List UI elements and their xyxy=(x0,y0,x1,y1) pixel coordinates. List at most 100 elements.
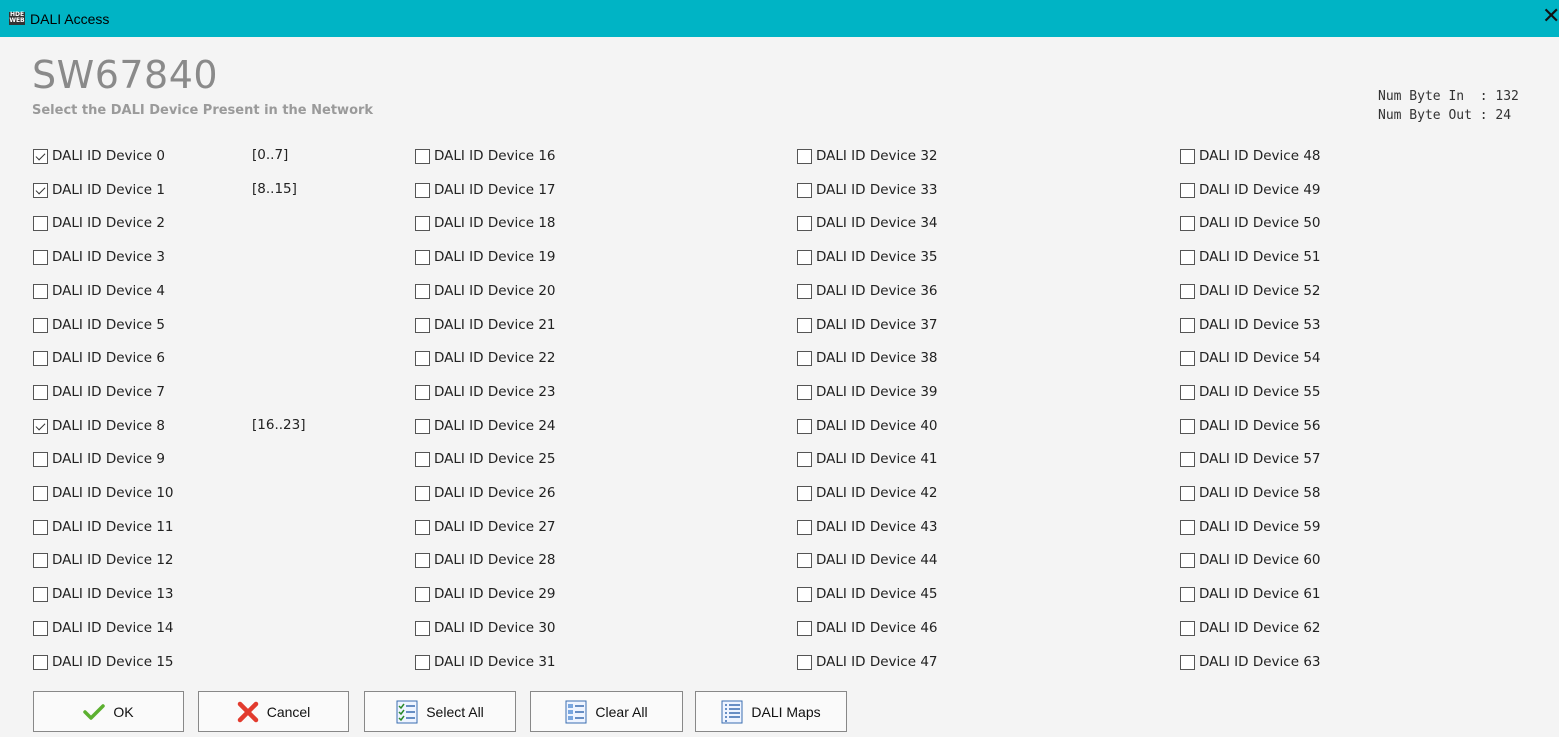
device-checkbox-20[interactable]: DALI ID Device 20 xyxy=(415,281,556,301)
checkbox-box[interactable] xyxy=(33,384,48,400)
checkbox-box[interactable] xyxy=(33,182,48,198)
device-checkbox-19[interactable]: DALI ID Device 19 xyxy=(415,247,556,267)
device-checkbox-46[interactable]: DALI ID Device 46 xyxy=(797,618,938,638)
checkbox-box[interactable] xyxy=(797,519,812,535)
device-checkbox-48[interactable]: DALI ID Device 48 xyxy=(1180,146,1321,166)
checkbox-box[interactable] xyxy=(1180,249,1195,265)
checkbox-box[interactable] xyxy=(415,384,430,400)
checkbox-box[interactable] xyxy=(33,317,48,333)
device-checkbox-17[interactable]: DALI ID Device 17 xyxy=(415,180,556,200)
device-checkbox-47[interactable]: DALI ID Device 47 xyxy=(797,652,938,672)
checkbox-box[interactable] xyxy=(797,350,812,366)
device-checkbox-0[interactable]: DALI ID Device 0 xyxy=(33,146,165,166)
checkbox-box[interactable] xyxy=(797,283,812,299)
checkbox-box[interactable] xyxy=(415,215,430,231)
device-checkbox-27[interactable]: DALI ID Device 27 xyxy=(415,517,556,537)
checkbox-box[interactable] xyxy=(415,350,430,366)
checkbox-box[interactable] xyxy=(33,148,48,164)
checkbox-box[interactable] xyxy=(415,654,430,670)
device-checkbox-58[interactable]: DALI ID Device 58 xyxy=(1180,483,1321,503)
checkbox-box[interactable] xyxy=(415,485,430,501)
device-checkbox-49[interactable]: DALI ID Device 49 xyxy=(1180,180,1321,200)
checkbox-box[interactable] xyxy=(797,654,812,670)
checkbox-box[interactable] xyxy=(415,451,430,467)
checkbox-box[interactable] xyxy=(33,350,48,366)
device-checkbox-22[interactable]: DALI ID Device 22 xyxy=(415,348,556,368)
checkbox-box[interactable] xyxy=(33,485,48,501)
device-checkbox-43[interactable]: DALI ID Device 43 xyxy=(797,517,938,537)
checkbox-box[interactable] xyxy=(415,148,430,164)
device-checkbox-39[interactable]: DALI ID Device 39 xyxy=(797,382,938,402)
device-checkbox-13[interactable]: DALI ID Device 13 xyxy=(33,584,174,604)
checkbox-box[interactable] xyxy=(33,620,48,636)
checkbox-box[interactable] xyxy=(797,552,812,568)
device-checkbox-5[interactable]: DALI ID Device 5 xyxy=(33,315,165,335)
device-checkbox-2[interactable]: DALI ID Device 2 xyxy=(33,213,165,233)
device-checkbox-23[interactable]: DALI ID Device 23 xyxy=(415,382,556,402)
device-checkbox-61[interactable]: DALI ID Device 61 xyxy=(1180,584,1321,604)
checkbox-box[interactable] xyxy=(1180,586,1195,602)
checkbox-box[interactable] xyxy=(797,418,812,434)
checkbox-box[interactable] xyxy=(797,384,812,400)
device-checkbox-42[interactable]: DALI ID Device 42 xyxy=(797,483,938,503)
device-checkbox-37[interactable]: DALI ID Device 37 xyxy=(797,315,938,335)
checkbox-box[interactable] xyxy=(415,552,430,568)
dali-maps-button[interactable]: DALI Maps xyxy=(695,691,847,732)
checkbox-box[interactable] xyxy=(33,451,48,467)
device-checkbox-6[interactable]: DALI ID Device 6 xyxy=(33,348,165,368)
device-checkbox-52[interactable]: DALI ID Device 52 xyxy=(1180,281,1321,301)
device-checkbox-14[interactable]: DALI ID Device 14 xyxy=(33,618,174,638)
device-checkbox-26[interactable]: DALI ID Device 26 xyxy=(415,483,556,503)
checkbox-box[interactable] xyxy=(797,620,812,636)
checkbox-box[interactable] xyxy=(1180,215,1195,231)
device-checkbox-38[interactable]: DALI ID Device 38 xyxy=(797,348,938,368)
checkbox-box[interactable] xyxy=(1180,317,1195,333)
checkbox-box[interactable] xyxy=(33,552,48,568)
checkbox-box[interactable] xyxy=(1180,519,1195,535)
device-checkbox-15[interactable]: DALI ID Device 15 xyxy=(33,652,174,672)
device-checkbox-55[interactable]: DALI ID Device 55 xyxy=(1180,382,1321,402)
checkbox-box[interactable] xyxy=(1180,654,1195,670)
device-checkbox-10[interactable]: DALI ID Device 10 xyxy=(33,483,174,503)
checkbox-box[interactable] xyxy=(1180,451,1195,467)
device-checkbox-44[interactable]: DALI ID Device 44 xyxy=(797,550,938,570)
checkbox-box[interactable] xyxy=(33,586,48,602)
checkbox-box[interactable] xyxy=(415,283,430,299)
checkbox-box[interactable] xyxy=(1180,148,1195,164)
device-checkbox-28[interactable]: DALI ID Device 28 xyxy=(415,550,556,570)
checkbox-box[interactable] xyxy=(33,215,48,231)
device-checkbox-8[interactable]: DALI ID Device 8 xyxy=(33,416,165,436)
device-checkbox-30[interactable]: DALI ID Device 30 xyxy=(415,618,556,638)
checkbox-box[interactable] xyxy=(1180,182,1195,198)
checkbox-box[interactable] xyxy=(415,586,430,602)
device-checkbox-60[interactable]: DALI ID Device 60 xyxy=(1180,550,1321,570)
device-checkbox-40[interactable]: DALI ID Device 40 xyxy=(797,416,938,436)
device-checkbox-34[interactable]: DALI ID Device 34 xyxy=(797,213,938,233)
device-checkbox-51[interactable]: DALI ID Device 51 xyxy=(1180,247,1321,267)
device-checkbox-63[interactable]: DALI ID Device 63 xyxy=(1180,652,1321,672)
device-checkbox-7[interactable]: DALI ID Device 7 xyxy=(33,382,165,402)
close-icon[interactable]: ✕ xyxy=(1542,6,1559,28)
device-checkbox-24[interactable]: DALI ID Device 24 xyxy=(415,416,556,436)
device-checkbox-50[interactable]: DALI ID Device 50 xyxy=(1180,213,1321,233)
device-checkbox-35[interactable]: DALI ID Device 35 xyxy=(797,247,938,267)
checkbox-box[interactable] xyxy=(797,317,812,333)
device-checkbox-16[interactable]: DALI ID Device 16 xyxy=(415,146,556,166)
checkbox-box[interactable] xyxy=(33,283,48,299)
device-checkbox-3[interactable]: DALI ID Device 3 xyxy=(33,247,165,267)
checkbox-box[interactable] xyxy=(797,485,812,501)
select-all-button[interactable]: Select All xyxy=(364,691,516,732)
checkbox-box[interactable] xyxy=(797,215,812,231)
clear-all-button[interactable]: Clear All xyxy=(530,691,683,732)
device-checkbox-1[interactable]: DALI ID Device 1 xyxy=(33,180,165,200)
device-checkbox-56[interactable]: DALI ID Device 56 xyxy=(1180,416,1321,436)
device-checkbox-4[interactable]: DALI ID Device 4 xyxy=(33,281,165,301)
checkbox-box[interactable] xyxy=(1180,620,1195,636)
device-checkbox-25[interactable]: DALI ID Device 25 xyxy=(415,449,556,469)
device-checkbox-62[interactable]: DALI ID Device 62 xyxy=(1180,618,1321,638)
device-checkbox-41[interactable]: DALI ID Device 41 xyxy=(797,449,938,469)
checkbox-box[interactable] xyxy=(33,249,48,265)
checkbox-box[interactable] xyxy=(1180,350,1195,366)
checkbox-box[interactable] xyxy=(33,654,48,670)
checkbox-box[interactable] xyxy=(1180,485,1195,501)
